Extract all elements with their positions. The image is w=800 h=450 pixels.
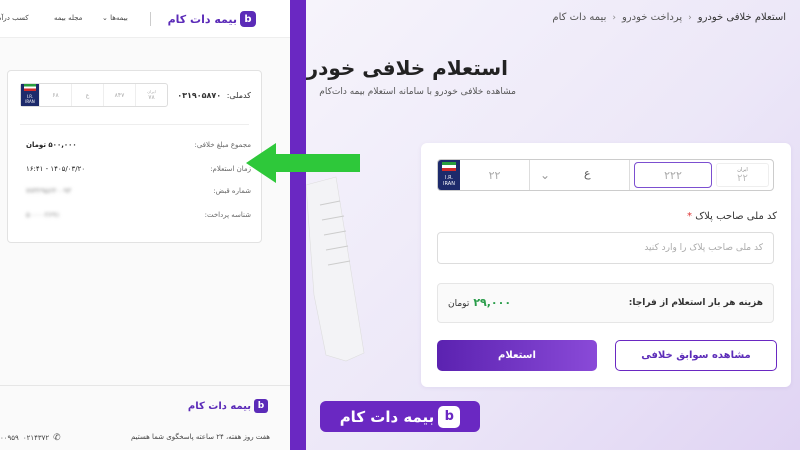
row-inquiry-time: زمان استعلام: ۱۴۰۵/۰۳/۲۰ - ۱۶:۴۱ bbox=[26, 165, 251, 177]
row-label: مجموع مبلغ خلافی: bbox=[194, 141, 251, 149]
receipt-illustration bbox=[306, 176, 365, 362]
plate-letter-select[interactable]: ⌄ ع bbox=[530, 160, 630, 190]
inquiry-form-card: I.R. IRAN ۲۲ ⌄ ع ۲۲۲ ایران ۲۲ کد ملی صاح… bbox=[421, 143, 791, 387]
nav-item-insurances[interactable]: ⌄ بیمه‌ها bbox=[102, 14, 128, 22]
support-text: هفت روز هفته، ۲۴ ساعته پاسخگوی شما هستیم bbox=[130, 433, 270, 441]
logo-icon: b bbox=[254, 399, 268, 413]
row-total-fine: مجموع مبلغ خلافی: ۵۰۰,۰۰۰ تومان bbox=[26, 141, 251, 153]
inquiry-result-card: I.R. IRAN ۶۸ ع ۸۴۷ ایران ۷۸ کدملی: ۰۳۱۹۰… bbox=[7, 70, 262, 243]
plate-two-digit-field[interactable]: ۲۲ bbox=[460, 160, 530, 190]
row-label: شناسه پرداخت: bbox=[204, 211, 251, 219]
logo-text: بیمه دات کام bbox=[187, 400, 251, 412]
breadcrumb-current: استعلام خلافی خودرو bbox=[697, 12, 786, 23]
logo-icon: b bbox=[240, 11, 256, 27]
cost-label: هزینه هر بار استعلام از فراجا: bbox=[628, 298, 763, 308]
plate-cell: ۸۴۷ bbox=[103, 84, 135, 106]
chevron-left-icon: ‹ bbox=[612, 12, 616, 23]
breadcrumb: استعلام خلافی خودرو ‹ پرداخت خودرو ‹ بیم… bbox=[552, 12, 786, 23]
national-code: کدملی: ۰۳۱۹۰۵۸۷۰ bbox=[177, 91, 251, 100]
footer-divider bbox=[0, 385, 290, 386]
footer-logo[interactable]: b بیمه دات کام bbox=[188, 399, 268, 413]
brand-text: بیمه دات کام bbox=[339, 407, 435, 426]
breadcrumb-section[interactable]: پرداخت خودرو bbox=[622, 12, 682, 23]
view-history-button[interactable]: مشاهده سوابق خلافی bbox=[615, 340, 777, 371]
iran-flag-icon: I.R. IRAN bbox=[21, 84, 39, 106]
required-mark: * bbox=[687, 211, 693, 222]
chevron-down-icon: ⌄ bbox=[540, 168, 551, 182]
phone-icon: ✆ bbox=[53, 433, 61, 443]
nav-divider bbox=[150, 12, 151, 26]
chevron-left-icon: ‹ bbox=[688, 12, 692, 23]
iran-flag-icon: I.R. IRAN bbox=[438, 160, 460, 190]
national-code-label: کد ملی صاحب پلاک * bbox=[687, 211, 777, 222]
row-value: ۵۰۰۰۰۲۶۹۱ bbox=[26, 211, 60, 219]
page-subtitle: مشاهده خلافی خودرو با سامانه استعلام بیم… bbox=[319, 87, 516, 97]
plate-letter-value: ع bbox=[584, 167, 591, 180]
plate-province-field[interactable]: ایران ۲۲ bbox=[716, 163, 769, 187]
nav-item-magazine[interactable]: مجله بیمه bbox=[54, 14, 82, 22]
chevron-down-icon: ⌄ bbox=[102, 14, 108, 22]
top-navigation: b بیمه دات کام ⌄ بیمه‌ها مجله بیمه کسب د… bbox=[0, 0, 290, 38]
logo-text: بیمه دات کام bbox=[167, 12, 237, 26]
cost-currency: تومان bbox=[448, 299, 470, 309]
inquiry-button[interactable]: استعلام bbox=[437, 340, 597, 371]
cost-amount: ۲۹,۰۰۰ bbox=[473, 296, 512, 309]
result-panel: b بیمه دات کام ⌄ بیمه‌ها مجله بیمه کسب د… bbox=[0, 0, 290, 450]
national-code-input[interactable] bbox=[437, 232, 774, 264]
mini-license-plate: I.R. IRAN ۶۸ ع ۸۴۷ ایران ۷۸ bbox=[20, 83, 168, 107]
nav-item-earn[interactable]: کسب درآمد bbox=[0, 14, 29, 22]
page-title: استعلام خلافی خودرو bbox=[306, 56, 508, 80]
panel-divider bbox=[290, 0, 306, 450]
row-bill-number: شماره قبض: ۷۷۳۲۹۵۶۴۰۰۹۳ bbox=[26, 187, 251, 199]
row-value: ۵۰۰,۰۰۰ تومان bbox=[26, 141, 77, 149]
inquiry-cost-box: هزینه هر بار استعلام از فراجا: ۲۹,۰۰۰ تو… bbox=[437, 283, 774, 323]
license-plate-input: I.R. IRAN ۲۲ ⌄ ع ۲۲۲ ایران ۲۲ bbox=[437, 159, 774, 191]
site-logo[interactable]: b بیمه دات کام bbox=[168, 11, 256, 27]
plate-province-cell: ایران ۷۸ bbox=[135, 84, 167, 106]
card-divider bbox=[20, 124, 249, 125]
row-label: زمان استعلام: bbox=[210, 165, 251, 173]
brand-watermark: b بیمه دات کام bbox=[320, 401, 480, 432]
breadcrumb-home[interactable]: بیمه دات کام bbox=[552, 12, 606, 23]
plate-cell: ۶۸ bbox=[39, 84, 71, 106]
logo-icon: b bbox=[438, 405, 461, 428]
row-value: ۱۴۰۵/۰۳/۲۰ - ۱۶:۴۱ bbox=[26, 165, 86, 173]
plate-three-digit-field[interactable]: ۲۲۲ bbox=[634, 162, 712, 188]
row-label: شماره قبض: bbox=[213, 187, 251, 195]
cost-value: ۲۹,۰۰۰ تومان bbox=[448, 296, 511, 309]
plate-cell: ع bbox=[71, 84, 103, 106]
support-phones: ۰۰۹۵۹ ۰۲۱۴۳۷۲ ✆ bbox=[0, 433, 61, 443]
phone-number[interactable]: ۰۰۹۵۹ bbox=[0, 434, 19, 442]
phone-number[interactable]: ۰۲۱۴۳۷۲ bbox=[23, 434, 49, 442]
inquiry-form-panel: استعلام خلافی خودرو ‹ پرداخت خودرو ‹ بیم… bbox=[306, 0, 800, 450]
row-value: ۷۷۳۲۹۵۶۴۰۰۹۳ bbox=[26, 187, 72, 195]
arrow-left-icon bbox=[246, 143, 360, 183]
row-payment-id: شناسه پرداخت: ۵۰۰۰۰۲۶۹۱ bbox=[26, 211, 251, 223]
